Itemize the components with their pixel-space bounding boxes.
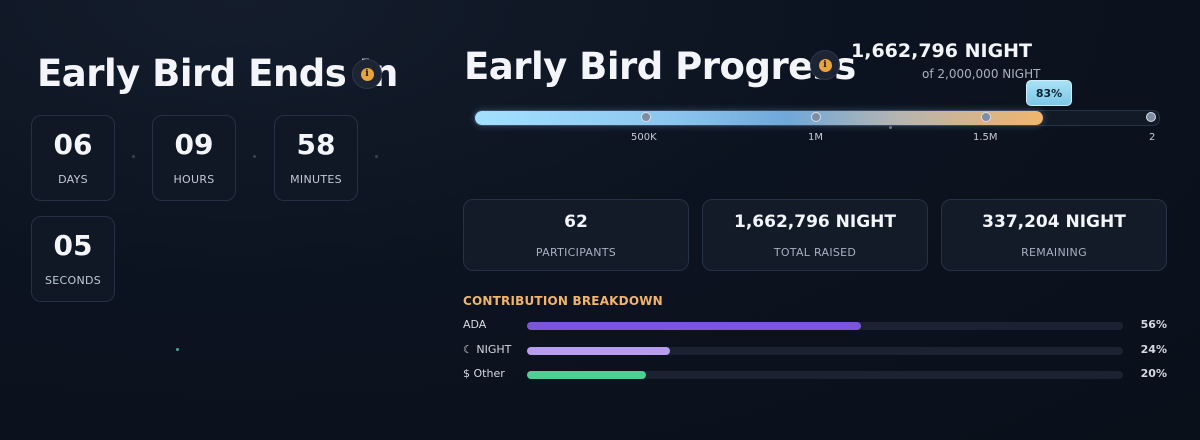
milestone-marker: [981, 112, 991, 122]
countdown-title: Early Bird Ends In: [37, 52, 398, 95]
goal-text: of 2,000,000 NIGHT: [922, 67, 1041, 81]
breakdown-percent: 56%: [1140, 318, 1167, 331]
milestone-marker: [811, 112, 821, 122]
decorative-dot: [889, 126, 892, 129]
tick-label: 1M: [808, 132, 823, 143]
days-value: 06: [53, 127, 93, 161]
progress-title: Early Bird Progress: [464, 45, 856, 88]
remaining-card: 337,204 NIGHT REMAINING: [941, 199, 1167, 271]
breakdown-track: [527, 322, 1123, 330]
hours-value: 09: [174, 127, 214, 161]
countdown-days: 06 DAYS: [31, 115, 115, 201]
breakdown-label: $ Other: [463, 367, 505, 380]
milestone-marker: [641, 112, 651, 122]
progress-track: [474, 110, 1160, 126]
seconds-label: SECONDS: [44, 273, 102, 287]
breakdown-percent: 20%: [1140, 367, 1167, 380]
breakdown-fill: [527, 347, 671, 355]
hours-label: HOURS: [173, 172, 215, 186]
minutes-label: MINUTES: [290, 172, 342, 186]
separator-dot: [375, 155, 378, 158]
breakdown-track: [527, 347, 1123, 355]
breakdown-row-night: ☾ NIGHT 24%: [463, 343, 1173, 359]
remaining-value: 337,204 NIGHT: [982, 211, 1126, 232]
tick-label: 500K: [631, 132, 657, 143]
separator-dot: [253, 155, 256, 158]
participants-value: 62: [564, 211, 588, 232]
seconds-value: 05: [53, 228, 93, 262]
breakdown-title: CONTRIBUTION BREAKDOWN: [463, 294, 663, 308]
breakdown-row-ada: ADA 56%: [463, 318, 1173, 334]
breakdown-fill: [527, 322, 861, 330]
countdown-info-icon[interactable]: i: [352, 59, 382, 89]
tick-label: 1.5M: [973, 132, 998, 143]
progress-fill: [475, 111, 1043, 125]
breakdown-track: [527, 371, 1123, 379]
participants-card: 62 PARTICIPANTS: [463, 199, 689, 271]
total-raised-value: 1,662,796 NIGHT: [734, 211, 896, 232]
breakdown-row-other: $ Other 20%: [463, 367, 1173, 383]
raised-amount: 1,662,796 NIGHT: [851, 40, 1033, 62]
percent-badge: 83%: [1026, 80, 1072, 106]
breakdown-percent: 24%: [1140, 343, 1167, 356]
tick-label: 2: [1149, 132, 1156, 143]
total-raised-card: 1,662,796 NIGHT TOTAL RAISED: [702, 199, 928, 271]
countdown-minutes: 58 MINUTES: [274, 115, 358, 201]
dollar-icon: $: [463, 367, 470, 380]
decorative-dot: [176, 348, 179, 351]
separator-dot: [132, 155, 135, 158]
participants-caption: PARTICIPANTS: [535, 245, 617, 259]
days-label: DAYS: [58, 172, 88, 186]
progress-info-icon[interactable]: i: [810, 50, 840, 80]
breakdown-label: ☾ NIGHT: [463, 343, 512, 356]
countdown-hours: 09 HOURS: [152, 115, 236, 201]
total-raised-caption: TOTAL RAISED: [773, 245, 857, 259]
breakdown-label: ADA: [463, 318, 487, 331]
remaining-caption: REMAINING: [1021, 245, 1087, 259]
milestone-marker: [1146, 112, 1156, 122]
minutes-value: 58: [296, 127, 336, 161]
moon-icon: ☾: [463, 343, 473, 356]
breakdown-fill: [527, 371, 647, 379]
countdown-seconds: 05 SECONDS: [31, 216, 115, 302]
